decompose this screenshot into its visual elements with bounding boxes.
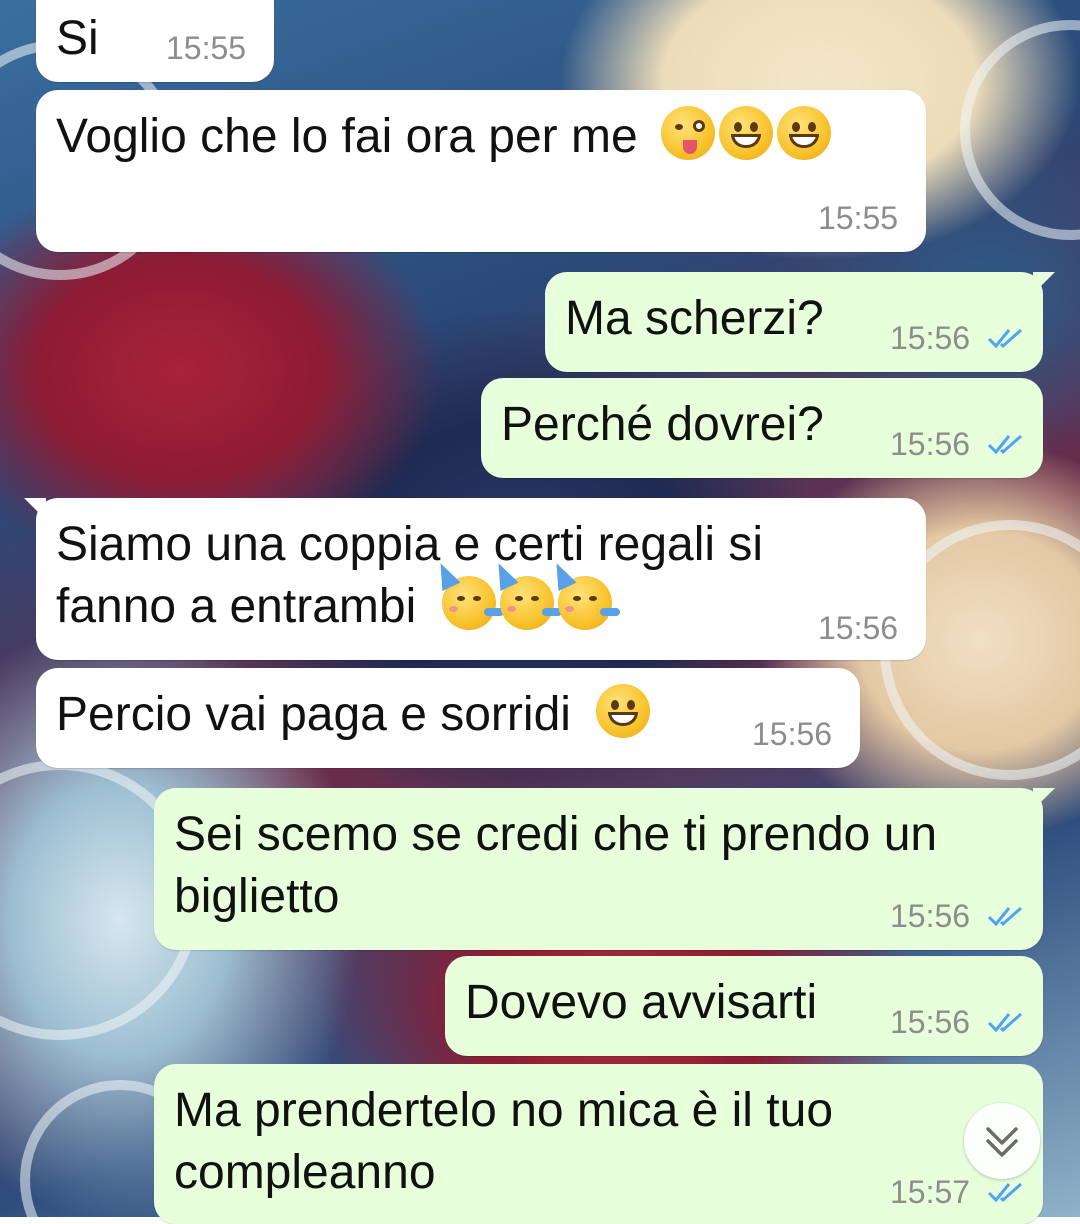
message-timestamp: 15:56 — [890, 898, 971, 934]
message-timestamp: 15:56 — [890, 426, 971, 462]
outgoing-message-bubble[interactable]: Perché dovrei? 15:56 — [481, 378, 1043, 478]
message-text-line: Percio vai paga e sorridi — [56, 684, 651, 746]
message-timestamp: 15:55 — [166, 30, 247, 66]
incoming-message-bubble[interactable]: Percio vai paga e sorridi 15:56 — [36, 668, 860, 768]
incoming-message-bubble[interactable]: Voglio che lo fai ora per me 15:55 — [36, 90, 926, 252]
double-check-icon — [987, 328, 1022, 349]
incoming-message-bubble[interactable]: Si 15:55 — [36, 0, 274, 82]
message-text: Ma scherzi? — [565, 292, 824, 345]
message-text-line: Voglio che lo fai ora per me — [56, 106, 832, 168]
message-timestamp: 15:57 — [890, 1174, 971, 1210]
scroll-to-bottom-button[interactable] — [964, 1103, 1040, 1179]
grinning-face-emoji — [596, 684, 651, 738]
message-text-line-1: Ma prendertelo no mica è il tuo — [174, 1084, 834, 1137]
message-text-line-1: Siamo una coppia e certi regali si — [56, 518, 764, 571]
double-chevron-down-icon — [986, 1127, 1018, 1157]
message-text: Si — [56, 12, 99, 65]
outgoing-message-bubble[interactable]: Dovevo avvisarti 15:56 — [445, 956, 1043, 1056]
incoming-message-bubble[interactable]: Siamo una coppia e certi regali si fanno… — [24, 498, 926, 660]
partying-face-emoji — [547, 558, 620, 630]
message-timestamp: 15:56 — [890, 320, 971, 356]
message-text-line-2: fanno a entrambi — [56, 558, 620, 638]
double-check-icon — [987, 1012, 1022, 1033]
partying-face-emoji — [431, 558, 504, 630]
message-text-line-2: compleanno — [174, 1146, 436, 1199]
message-timestamp: 15:56 — [890, 1004, 971, 1040]
double-check-icon — [987, 434, 1022, 455]
partying-face-emoji — [489, 558, 562, 630]
message-timestamp: 15:55 — [818, 200, 899, 236]
message-text: Voglio che lo fai ora per me — [56, 110, 638, 163]
grinning-face-emoji — [777, 106, 832, 160]
outgoing-message-bubble[interactable]: Ma scherzi? 15:56 — [545, 272, 1055, 372]
winking-face-with-tongue-emoji — [661, 106, 716, 160]
message-timestamp: 15:56 — [752, 716, 833, 752]
message-timestamp: 15:56 — [818, 610, 899, 646]
message-text-line-2: biglietto — [174, 870, 340, 923]
message-text: Percio vai paga e sorridi — [56, 688, 571, 741]
double-check-icon — [987, 906, 1022, 927]
outgoing-message-bubble[interactable]: Sei scemo se credi che ti prendo un bigl… — [154, 788, 1055, 950]
grinning-face-emoji — [719, 106, 774, 160]
outgoing-message-bubble[interactable]: Ma prendertelo no mica è il tuo complean… — [154, 1064, 1043, 1224]
message-text: Perché dovrei? — [501, 398, 824, 451]
message-text: fanno a entrambi — [56, 580, 417, 633]
message-text-line-1: Sei scemo se credi che ti prendo un — [174, 808, 938, 861]
message-text: Dovevo avvisarti — [465, 976, 818, 1029]
double-check-icon — [987, 1182, 1022, 1203]
